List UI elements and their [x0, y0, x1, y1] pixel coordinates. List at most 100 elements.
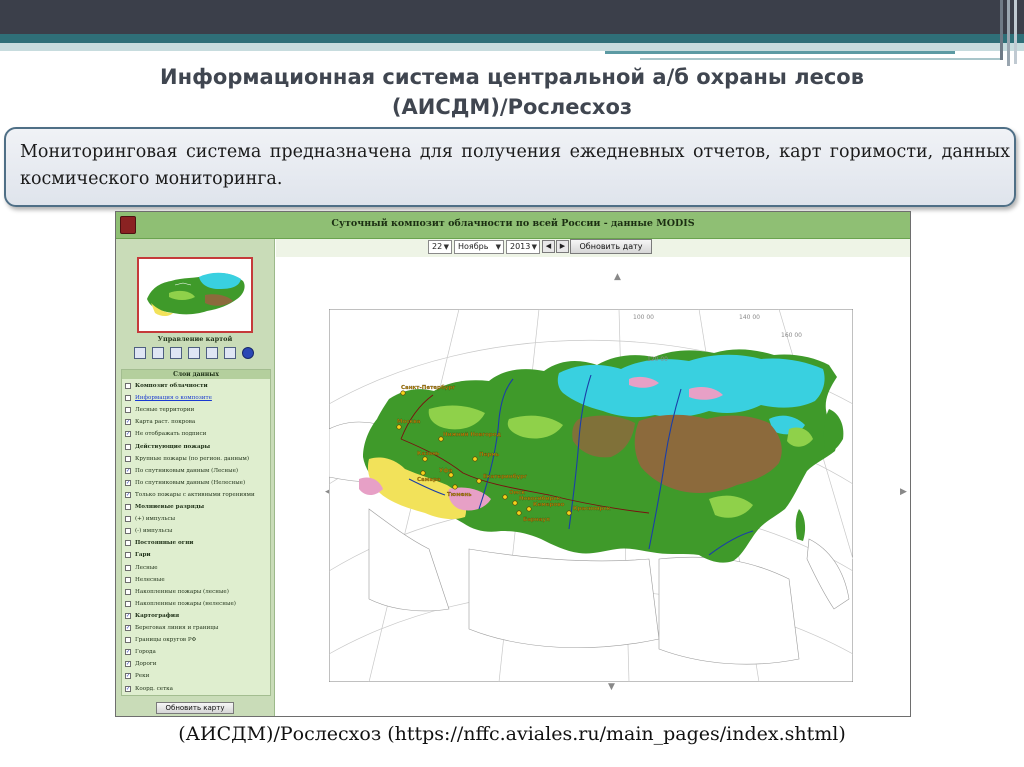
layer-item[interactable]: ✓ Только пожары с активными горениями — [122, 489, 270, 501]
chevron-right-icon[interactable]: ▶ — [556, 240, 569, 253]
checkbox-icon[interactable] — [125, 637, 131, 644]
checkbox-checked-icon[interactable]: ✓ — [125, 685, 131, 692]
layer-item[interactable]: Действующие пожары — [122, 441, 270, 453]
layer-item[interactable]: (+) импульсы — [122, 513, 270, 525]
header-accent-line — [605, 51, 955, 54]
city-label: Самара — [417, 477, 441, 483]
city-marker[interactable] — [516, 510, 522, 516]
layer-item[interactable]: ✓ По спутниковым данным (Лесные) — [122, 465, 270, 477]
pan-icon[interactable] — [134, 347, 146, 359]
checkbox-icon[interactable] — [125, 564, 131, 571]
checkbox-icon[interactable] — [125, 504, 131, 510]
city-marker[interactable] — [476, 478, 482, 484]
pan-down-icon[interactable]: ▼ — [608, 682, 615, 692]
day-value: 22 — [432, 242, 443, 251]
layer-item[interactable]: (-) импульсы — [122, 525, 270, 537]
chevron-left-icon[interactable]: ◀ — [542, 240, 555, 253]
year-select[interactable]: 2013 ▼ — [506, 240, 540, 254]
checkbox-checked-icon[interactable]: ✓ — [125, 419, 131, 426]
layer-item[interactable]: Лесные — [122, 562, 270, 574]
checkbox-icon[interactable] — [125, 443, 131, 450]
layer-item[interactable]: ✓ По спутниковым данным (Нелесные) — [122, 477, 270, 489]
layer-label: Картография — [135, 612, 180, 619]
zoom-in-icon[interactable] — [170, 347, 182, 359]
layer-item[interactable]: ✓ Береговая линия и границы — [122, 622, 270, 634]
layer-item[interactable]: Границы округов РФ — [122, 634, 270, 646]
checkbox-checked-icon[interactable]: ✓ — [125, 661, 131, 668]
layer-item[interactable]: ✓ Реки — [122, 670, 270, 682]
chevron-down-icon: ▼ — [531, 243, 537, 251]
city-marker[interactable] — [422, 456, 428, 462]
map-view[interactable]: Санкт-Петербург Москва Нижний Новгород Каза… — [328, 308, 854, 683]
source-caption: (АИСДМ)/Рослесхоз (https://nffc.aviales.… — [178, 723, 846, 745]
city-marker[interactable] — [400, 390, 406, 396]
checkbox-checked-icon[interactable]: ✓ — [125, 467, 131, 474]
checkbox-icon[interactable] — [125, 540, 131, 547]
checkbox-icon[interactable] — [125, 552, 131, 559]
layer-item[interactable]: Композит облачности — [122, 380, 270, 392]
zoom-extent-icon[interactable] — [206, 347, 218, 359]
layer-label: Накопленные пожары (нелесные) — [135, 600, 236, 607]
city-marker[interactable] — [452, 484, 458, 490]
print-icon[interactable] — [224, 347, 236, 359]
info-icon[interactable] — [242, 347, 254, 359]
layer-label: Молниевые разряды — [135, 504, 205, 510]
pan-right-icon[interactable]: ▶ — [900, 487, 907, 497]
checkbox-checked-icon[interactable]: ✓ — [125, 625, 131, 631]
city-marker[interactable] — [502, 494, 508, 500]
overview-minimap[interactable] — [137, 257, 253, 333]
day-select[interactable]: 22 ▼ — [428, 240, 452, 254]
checkbox-checked-icon[interactable]: ✓ — [125, 649, 131, 656]
pan-up-icon[interactable]: ▲ — [614, 272, 621, 282]
city-marker[interactable] — [512, 500, 518, 506]
layer-label: Дороги — [135, 661, 157, 668]
layer-item[interactable]: Информация о композите — [122, 392, 270, 404]
save-icon[interactable] — [152, 347, 164, 359]
layer-item[interactable]: ✓ Дороги — [122, 658, 270, 670]
layer-label: Границы округов РФ — [135, 637, 197, 644]
layer-item[interactable]: ✓ Не отображать подписи — [122, 428, 270, 440]
layer-item[interactable]: Гари — [122, 549, 270, 561]
checkbox-icon[interactable] — [125, 588, 131, 595]
update-date-button[interactable]: Обновить дату — [570, 239, 652, 254]
city-label: Санкт-Петербург — [401, 384, 455, 391]
city-marker[interactable] — [472, 456, 478, 462]
checkbox-checked-icon[interactable]: ✓ — [125, 431, 131, 438]
checkbox-icon[interactable] — [125, 528, 131, 535]
checkbox-icon[interactable] — [125, 395, 131, 402]
layer-label: Постоянные огни — [135, 540, 194, 547]
month-select[interactable]: Ноябрь ▼ — [454, 240, 504, 254]
zoom-out-icon[interactable] — [188, 347, 200, 359]
city-marker[interactable] — [396, 424, 402, 430]
layer-item[interactable]: Лесные территории — [122, 404, 270, 416]
checkbox-checked-icon[interactable]: ✓ — [125, 612, 131, 619]
checkbox-icon[interactable] — [125, 600, 131, 607]
checkbox-icon[interactable] — [125, 383, 131, 389]
checkbox-checked-icon[interactable]: ✓ — [125, 479, 131, 486]
layer-label: Композит облачности — [135, 383, 208, 389]
layer-item[interactable]: Молниевые разряды — [122, 501, 270, 513]
city-marker[interactable] — [566, 510, 572, 516]
meridian-label: 100 00 — [633, 314, 654, 321]
city-label: Барнаул — [523, 517, 550, 523]
app-header: Суточный композит облачности по всей Рос… — [116, 212, 910, 239]
layer-item[interactable]: Постоянные огни — [122, 537, 270, 549]
layer-item[interactable]: ✓ Города — [122, 646, 270, 658]
update-map-button[interactable]: Обновить карту — [156, 702, 234, 714]
checkbox-checked-icon[interactable]: ✓ — [125, 673, 131, 680]
city-marker[interactable] — [420, 470, 426, 476]
layer-item[interactable]: ✓ Карта раст. покрова — [122, 416, 270, 428]
checkbox-icon[interactable] — [125, 455, 131, 462]
checkbox-icon[interactable] — [125, 576, 131, 583]
layer-item[interactable]: ✓ Коорд. сетка — [122, 683, 270, 695]
checkbox-icon[interactable] — [125, 407, 131, 414]
checkbox-checked-icon[interactable]: ✓ — [125, 491, 131, 498]
checkbox-icon[interactable] — [125, 516, 131, 523]
layer-item[interactable]: Нелесные — [122, 574, 270, 586]
header-band-light — [0, 43, 1024, 51]
city-marker[interactable] — [526, 506, 532, 512]
layer-item[interactable]: Накопленные пожары (лесные) — [122, 586, 270, 598]
layer-item[interactable]: Накопленные пожары (нелесные) — [122, 598, 270, 610]
layer-item[interactable]: Крупные пожары (по регион. данным) — [122, 453, 270, 465]
layer-item[interactable]: ✓ Картография — [122, 610, 270, 622]
